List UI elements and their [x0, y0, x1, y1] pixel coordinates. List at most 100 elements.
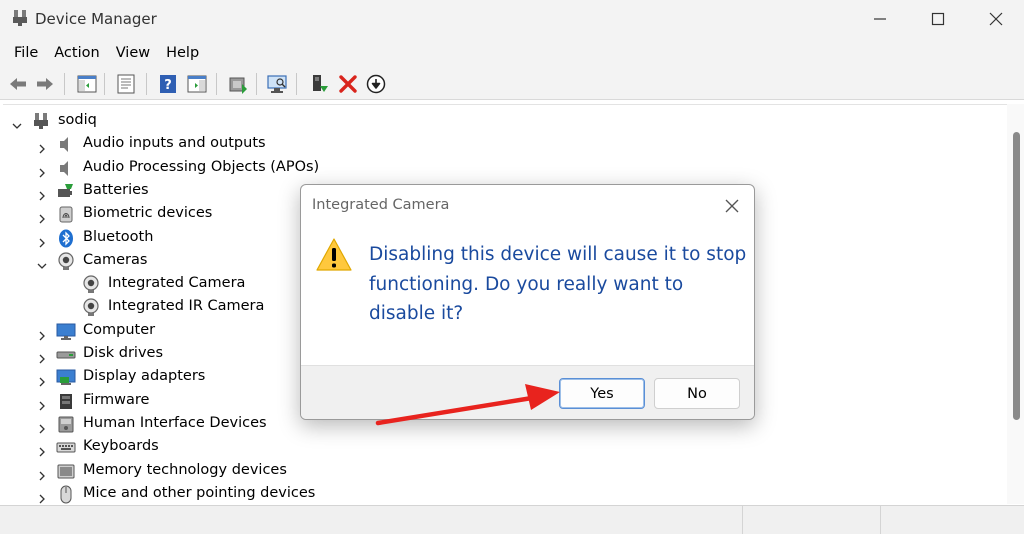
chevron-right-icon[interactable]	[37, 326, 47, 341]
maximize-icon	[931, 12, 945, 26]
dialog-message: Disabling this device will cause it to s…	[369, 244, 747, 324]
tree-category-item[interactable]: Keyboards	[3, 436, 603, 459]
tree-item-label: Audio inputs and outputs	[83, 135, 266, 152]
tree-item-label: Bluetooth	[83, 228, 154, 245]
scrollbar-thumb[interactable]	[1013, 132, 1020, 420]
update-driver-button[interactable]	[226, 72, 250, 96]
speaker-icon	[56, 159, 76, 178]
action-pane-button[interactable]	[185, 72, 209, 96]
tree-category-item[interactable]: Audio Processing Objects (APOs)	[3, 157, 603, 180]
tree-category-item[interactable]: Memory technology devices	[3, 460, 603, 483]
window-title: Device Manager	[35, 10, 157, 28]
uninstall-device-button[interactable]	[336, 72, 360, 96]
show-hide-console-tree-button[interactable]	[75, 72, 99, 96]
chevron-right-icon[interactable]	[37, 186, 47, 201]
device-manager-app-icon	[11, 9, 29, 27]
menu-bar: File Action View Help	[0, 38, 1024, 68]
computer-root-icon	[31, 112, 51, 131]
toolbar-separator	[296, 73, 297, 95]
disable-device-icon	[366, 74, 386, 94]
tree-item-label: Human Interface Devices	[83, 414, 267, 431]
tree-item-label: Integrated Camera	[108, 275, 246, 292]
maximize-button[interactable]	[908, 0, 968, 38]
speaker-icon	[56, 135, 76, 154]
uninstall-device-icon	[339, 75, 357, 93]
battery-icon	[56, 182, 76, 201]
scan-hardware-button[interactable]	[265, 72, 289, 96]
menu-view[interactable]: View	[108, 45, 158, 61]
vertical-scrollbar[interactable]	[1007, 104, 1024, 504]
status-divider	[880, 506, 881, 534]
update-driver-icon	[229, 77, 247, 94]
tree-item-label: sodiq	[58, 112, 97, 128]
help-button[interactable]: ?	[156, 72, 180, 96]
close-icon	[989, 12, 1003, 26]
menu-file[interactable]: File	[6, 45, 46, 61]
tree-root[interactable]: sodiq	[3, 110, 603, 133]
chevron-right-icon[interactable]	[37, 349, 47, 364]
minimize-icon	[874, 18, 886, 20]
disable-device-dialog: Integrated Camera Disabling this device …	[300, 184, 755, 420]
menu-help[interactable]: Help	[158, 45, 207, 61]
svg-text:?: ?	[164, 78, 172, 93]
tree-item-label: Disk drives	[83, 345, 164, 361]
chevron-right-icon[interactable]	[37, 466, 47, 480]
tree-item-label: Firmware	[83, 391, 150, 408]
back-icon	[10, 78, 26, 90]
dialog-footer: Yes No	[301, 365, 754, 419]
properties-button[interactable]	[114, 72, 138, 96]
enable-device-button[interactable]	[307, 72, 331, 96]
device-manager-window: Device Manager File Action View Help ? s…	[0, 0, 1024, 534]
status-divider	[742, 506, 743, 534]
chevron-right-icon[interactable]	[37, 442, 47, 457]
title-bar: Device Manager	[0, 0, 1024, 38]
tree-item-label: Memory technology devices	[83, 461, 287, 478]
no-button[interactable]: No	[654, 378, 740, 409]
disable-device-button[interactable]	[364, 72, 388, 96]
status-bar	[0, 505, 1024, 534]
chevron-right-icon[interactable]	[37, 139, 47, 154]
display-adapter-icon	[56, 368, 76, 387]
camera-icon	[81, 298, 101, 317]
close-window-button[interactable]	[966, 0, 1024, 38]
dialog-close-button[interactable]	[721, 195, 743, 217]
disk-drive-icon	[56, 345, 76, 364]
back-button[interactable]	[6, 72, 30, 96]
tree-item-label: Cameras	[83, 251, 148, 268]
tree-category-item[interactable]: Audio inputs and outputs	[3, 133, 603, 156]
chevron-right-icon[interactable]	[37, 419, 47, 434]
chip-icon	[56, 392, 76, 411]
tree-item-label: Integrated IR Camera	[108, 298, 265, 315]
minimize-button[interactable]	[850, 0, 910, 38]
chevron-right-icon[interactable]	[37, 163, 47, 178]
tree-item-label: Audio Processing Objects (APOs)	[83, 158, 320, 175]
tree-category-item[interactable]: Mice and other pointing devices	[3, 483, 603, 504]
hid-icon	[56, 415, 76, 434]
monitor-icon	[56, 322, 76, 341]
bluetooth-icon	[56, 229, 76, 248]
chevron-right-icon[interactable]	[37, 489, 47, 504]
yes-button[interactable]: Yes	[559, 378, 645, 409]
close-icon	[725, 199, 739, 213]
chevron-right-icon[interactable]	[37, 209, 47, 224]
toolbar-separator	[256, 73, 257, 95]
tree-item-label: Keyboards	[83, 438, 159, 455]
toolbar-separator	[64, 73, 65, 95]
toolbar: ?	[0, 68, 1024, 100]
chevron-right-icon[interactable]	[37, 233, 47, 247]
tree-item-label: Mice and other pointing devices	[83, 484, 316, 501]
chevron-down-icon[interactable]	[12, 116, 22, 129]
camera-icon	[56, 252, 76, 271]
help-icon: ?	[160, 75, 176, 93]
fingerprint-icon	[56, 205, 76, 224]
forward-button[interactable]	[33, 72, 57, 96]
warning-icon	[315, 237, 353, 273]
chevron-down-icon[interactable]	[37, 256, 47, 269]
chevron-right-icon[interactable]	[37, 372, 47, 387]
tree-item-label: Computer	[83, 321, 156, 338]
tree-item-label: Display adapters	[83, 368, 206, 385]
show-hide-console-tree-icon	[77, 75, 97, 93]
menu-action[interactable]: Action	[46, 45, 107, 61]
chevron-right-icon[interactable]	[37, 396, 47, 411]
toolbar-separator	[216, 73, 217, 95]
